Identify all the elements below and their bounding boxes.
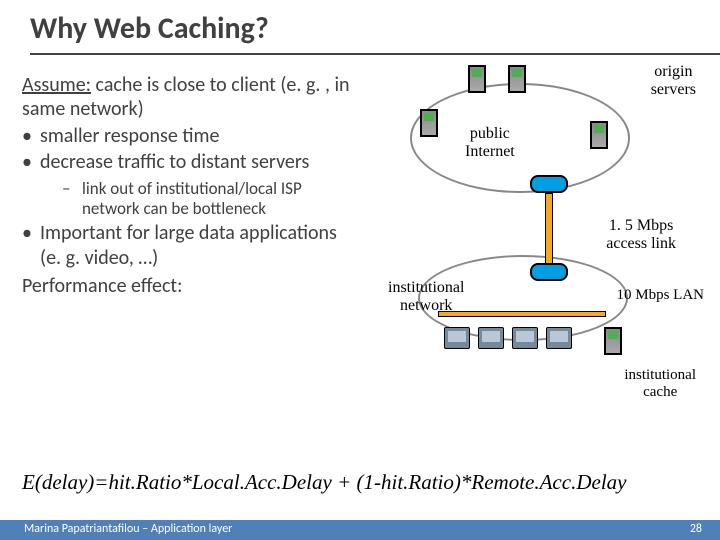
- footer-author: Marina Papatriantafilou – Application la…: [24, 522, 232, 540]
- bullet-3-text: Important for large data applications (e…: [40, 221, 354, 270]
- bullet-dot: •: [22, 150, 40, 174]
- diagram: originservers publicInternet 1. 5 Mbpsac…: [360, 55, 720, 395]
- left-column: Assume: cache is close to client (e. g. …: [0, 55, 360, 395]
- computer-icon: [478, 327, 504, 349]
- computer-icon: [444, 327, 470, 349]
- bullet-2-text: decrease traffic to distant servers: [40, 150, 309, 174]
- server-icon: [590, 121, 608, 149]
- server-icon: [508, 65, 526, 93]
- content-columns: Assume: cache is close to client (e. g. …: [0, 55, 720, 395]
- bullet-3: • Important for large data applications …: [22, 221, 354, 270]
- institutional-network-label: institutionalnetwork: [388, 279, 464, 314]
- performance-label: Performance effect:: [22, 274, 354, 298]
- computer-icon: [546, 327, 572, 349]
- lan-label: 10 Mbps LAN: [616, 287, 704, 304]
- bullet-dot: •: [22, 124, 40, 148]
- server-icon: [468, 65, 486, 93]
- sub-bullet-text: link out of institutional/local ISP netw…: [82, 179, 354, 220]
- router-icon: [530, 175, 568, 193]
- bullet-2: • decrease traffic to distant servers: [22, 150, 354, 174]
- bullet-dot: •: [22, 221, 40, 270]
- sub-bullet: – link out of institutional/local ISP ne…: [22, 179, 354, 220]
- dash-icon: –: [62, 179, 82, 220]
- assume-label: Assume:: [22, 73, 91, 97]
- delay-formula: E(delay)=hit.Ratio*Local.Acc.Delay + (1-…: [22, 470, 626, 495]
- page-number: 28: [690, 522, 702, 540]
- page-title: Why Web Caching?: [0, 0, 720, 53]
- bullet-1-text: smaller response time: [40, 124, 219, 148]
- footer-bar: Marina Papatriantafilou – Application la…: [0, 520, 720, 540]
- cache-label: institutionalcache: [624, 367, 696, 400]
- origin-label: originservers: [651, 63, 696, 98]
- access-link-label: 1. 5 Mbpsaccess link: [606, 217, 676, 252]
- server-icon: [420, 109, 438, 137]
- bullet-1: • smaller response time: [22, 124, 354, 148]
- assume-line: Assume: cache is close to client (e. g. …: [22, 73, 354, 122]
- computer-icon: [512, 327, 538, 349]
- public-internet-label: publicInternet: [465, 125, 515, 160]
- access-link-icon: [545, 193, 553, 265]
- cache-server-icon: [604, 327, 622, 355]
- router-icon: [530, 263, 568, 281]
